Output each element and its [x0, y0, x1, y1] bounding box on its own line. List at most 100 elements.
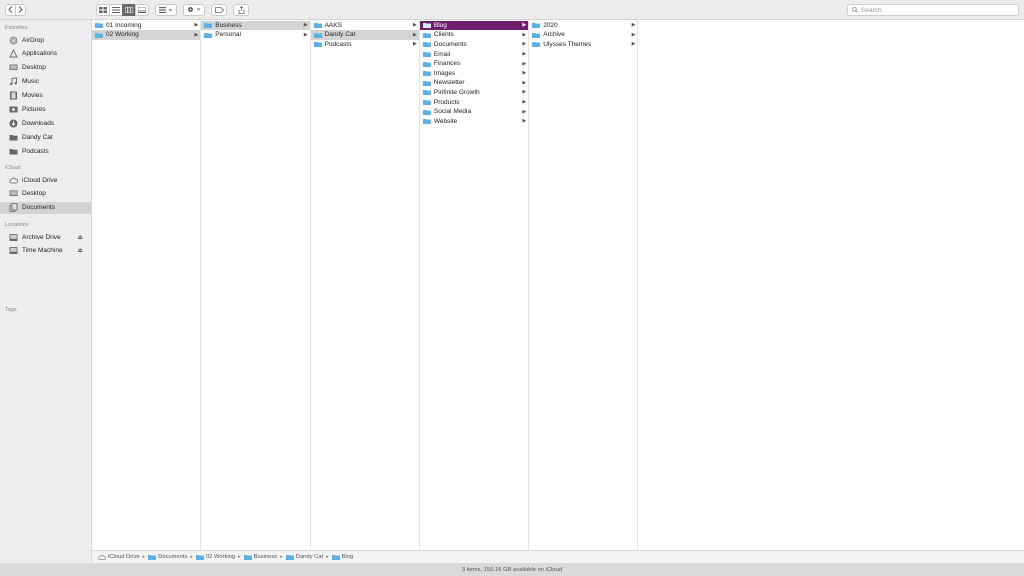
disclosure-arrow-icon: ▶ — [522, 22, 527, 29]
tags-button[interactable] — [211, 3, 227, 16]
folder-row[interactable]: Email ▶ — [420, 49, 528, 59]
disclosure-arrow-icon: ▶ — [522, 118, 527, 125]
folder-row[interactable]: Newsletter ▶ — [420, 78, 528, 88]
folder-row[interactable]: 2020 ▶ — [529, 21, 637, 31]
sidebar-item-time-machine[interactable]: Time Machine ⏏ — [0, 245, 91, 257]
disclosure-arrow-icon: ▶ — [631, 41, 636, 48]
folder-row[interactable]: Website ▶ — [420, 117, 528, 127]
disclosure-arrow-icon: ▶ — [522, 108, 527, 115]
path-separator-icon: ▸ — [326, 554, 329, 560]
path-crumb[interactable]: Blog — [331, 554, 353, 560]
sidebar-item-desktop[interactable]: Desktop — [0, 62, 91, 74]
disclosure-arrow-icon: ▶ — [303, 22, 308, 29]
sidebar-item-icloud-drive[interactable]: iCloud Drive — [0, 174, 91, 186]
folder-row[interactable]: Finances ▶ — [420, 59, 528, 69]
gallery-view-button[interactable] — [135, 3, 149, 16]
disclosure-arrow-icon: ▶ — [413, 22, 417, 29]
sidebar-item-label: Archive Drive — [22, 233, 61, 241]
sidebar-item-label: Downloads — [22, 119, 55, 127]
folder-name: Finances — [433, 60, 461, 68]
folder-icon — [9, 134, 18, 141]
sidebar-item-podcasts[interactable]: Podcasts — [0, 145, 91, 157]
nav-buttons — [5, 3, 26, 16]
folder-row[interactable]: Products ▶ — [420, 97, 528, 107]
list-icon — [112, 6, 120, 13]
folder-name: Email — [433, 50, 451, 58]
icon-view-button[interactable] — [96, 3, 110, 16]
eject-icon[interactable]: ⏏ — [77, 247, 83, 254]
search-input[interactable] — [861, 6, 1011, 14]
folder-row[interactable]: Social Media ▶ — [420, 107, 528, 117]
sidebar-item-movies[interactable]: Movies — [0, 90, 91, 102]
cloud-icon — [98, 554, 106, 560]
share-button[interactable] — [233, 3, 249, 16]
folder-icon — [532, 42, 541, 48]
folder-name: Podcasts — [324, 40, 352, 48]
folder-row[interactable]: Business ▶ — [201, 20, 310, 31]
folder-icon — [422, 52, 431, 58]
folder-row[interactable]: Pinfinite Growth ▶ — [420, 88, 528, 98]
path-crumb[interactable]: iCloud Drive — [98, 554, 140, 560]
folder-icon — [422, 109, 431, 115]
path-separator-icon: ▸ — [238, 554, 241, 560]
sidebar-item-pictures[interactable]: Pictures — [0, 104, 91, 116]
folder-row[interactable]: Blog ▶ — [419, 20, 529, 31]
path-crumb[interactable]: Documents — [148, 554, 187, 560]
music-icon — [10, 77, 17, 86]
disclosure-arrow-icon: ▶ — [522, 70, 527, 77]
folder-name: Website — [433, 117, 458, 125]
path-crumb-label: 02 Working — [205, 554, 236, 560]
folder-icon — [95, 23, 103, 29]
sidebar-item-label: Time Machine — [22, 247, 63, 255]
folder-row[interactable]: Images ▶ — [420, 69, 528, 79]
toolbar — [0, 0, 1024, 20]
column-browser: 01 Incoming ▶ 02 Working ▶ Business ▶ Personal… — [92, 20, 1024, 550]
sidebar-item-desktop[interactable]: Desktop — [0, 188, 91, 200]
folder-row[interactable]: Ulysses Themes ▶ — [529, 40, 637, 50]
folder-row[interactable]: Archive ▶ — [529, 30, 637, 40]
folder-row[interactable]: Personal ▶ — [201, 30, 309, 40]
column-view-button[interactable] — [122, 3, 136, 16]
folder-icon — [313, 42, 322, 48]
eject-icon[interactable]: ⏏ — [77, 234, 83, 241]
folder-icon — [422, 61, 431, 67]
path-crumb[interactable]: 02 Working — [195, 554, 236, 560]
folder-icon — [422, 23, 431, 29]
forward-button[interactable] — [15, 3, 26, 16]
folder-row[interactable]: Documents ▶ — [420, 40, 528, 50]
folder-icon — [422, 71, 431, 77]
folder-row[interactable]: Podcasts ▶ — [311, 40, 419, 50]
applications-icon — [9, 49, 18, 58]
folder-row[interactable]: AAKS ▶ — [311, 21, 419, 31]
group-button[interactable] — [155, 3, 177, 16]
airdrop-icon — [9, 36, 18, 44]
folder-row[interactable]: 01 Incoming ▶ — [92, 21, 200, 31]
folder-name: Documents — [433, 40, 467, 48]
sidebar-item-dandy-cat[interactable]: Dandy Cat — [0, 131, 91, 143]
list-view-button[interactable] — [109, 3, 123, 16]
path-crumb[interactable]: Business — [243, 554, 277, 560]
search-field[interactable] — [847, 4, 1019, 16]
sidebar-item-documents[interactable]: Documents — [0, 201, 91, 214]
folder-row[interactable]: 02 Working ▶ — [92, 30, 201, 40]
path-crumb[interactable]: Dandy Cat — [285, 554, 323, 560]
sidebar-item-applications[interactable]: Applications — [0, 48, 91, 60]
folder-row[interactable]: Clients ▶ — [420, 30, 528, 40]
share-icon — [238, 5, 244, 14]
folder-name: Personal — [215, 31, 241, 39]
sidebar-item-music[interactable]: Music — [0, 76, 91, 88]
sidebar-item-downloads[interactable]: Downloads — [0, 117, 91, 129]
column-4: Blog ▶ Clients ▶ Documents ▶ Email ▶ Finances ▶ Im… — [419, 20, 530, 550]
disclosure-arrow-icon: ▶ — [413, 31, 417, 38]
disclosure-arrow-icon: ▶ — [631, 22, 636, 29]
sidebar-item-airdrop[interactable]: AirDrop — [0, 34, 91, 46]
action-button[interactable] — [183, 3, 205, 16]
drive-icon — [9, 247, 18, 255]
folder-row[interactable]: Dandy Cat ▶ — [310, 30, 419, 40]
sidebar-item-archive-drive[interactable]: Archive Drive ⏏ — [0, 231, 91, 243]
path-separator-icon: ▸ — [280, 554, 283, 560]
folder-name: Products — [433, 98, 460, 106]
sidebar-item-label: Desktop — [22, 64, 46, 72]
folder-name: Newsletter — [433, 79, 465, 87]
sidebar-item-label: Desktop — [22, 190, 46, 198]
